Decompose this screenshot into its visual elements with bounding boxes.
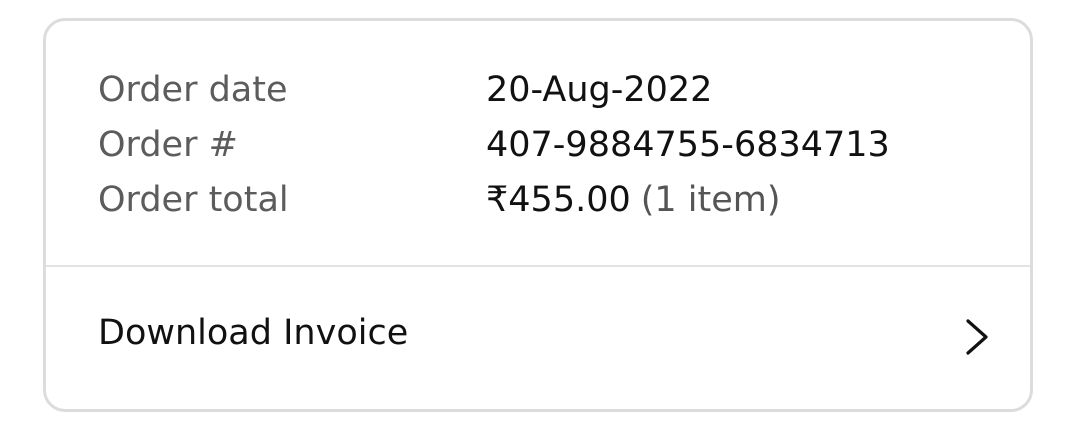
order-total-amount: 455.00 [508,180,631,220]
order-total-value: ₹455.00 (1 item) [486,180,781,220]
order-item-count: (1 item) [640,180,781,220]
order-total-label: Order total [98,180,289,220]
order-date-label: Order date [98,70,288,110]
rupee-currency-symbol: ₹ [486,180,509,220]
order-number-label: Order # [98,125,238,165]
order-summary-card: Order date 20-Aug-2022 Order # 407-98847… [43,18,1033,412]
order-total-row: Order total ₹455.00 (1 item) [98,178,781,222]
order-number-value: 407-9884755-6834713 [486,125,890,165]
download-invoice-label: Download Invoice [98,313,409,353]
order-date-value: 20-Aug-2022 [486,70,713,110]
order-number-row: Order # 407-9884755-6834713 [98,123,890,167]
chevron-right-icon [966,319,988,355]
download-invoice-button[interactable]: Download Invoice [46,267,1030,409]
order-date-row: Order date 20-Aug-2022 [98,68,712,112]
order-details: Order date 20-Aug-2022 Order # 407-98847… [46,21,1030,265]
